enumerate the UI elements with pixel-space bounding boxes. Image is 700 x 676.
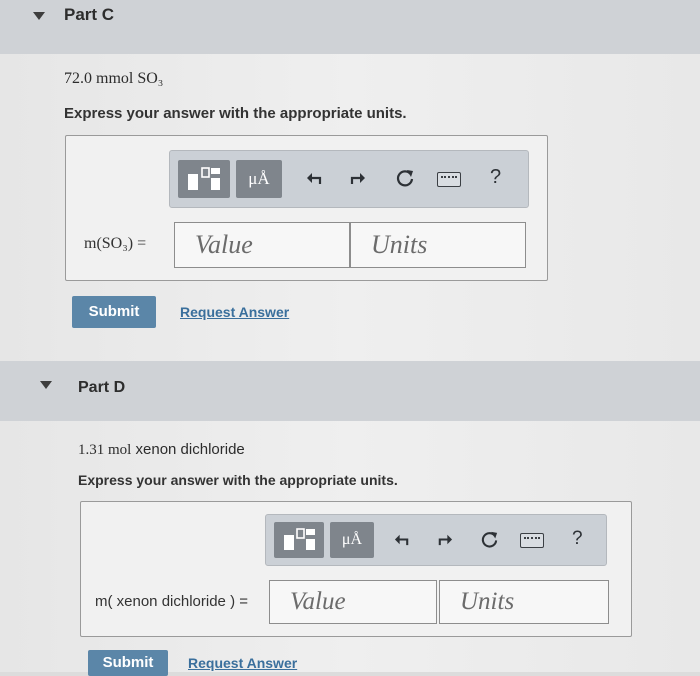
redo-icon[interactable] [348, 169, 366, 190]
part-c-units-placeholder: Units [371, 230, 428, 259]
part-c-submit-button[interactable]: Submit [72, 296, 156, 328]
part-d-submit-button[interactable]: Submit [88, 650, 168, 676]
redo-icon[interactable] [436, 531, 453, 551]
part-d-request-answer-link[interactable]: Request Answer [188, 655, 297, 671]
part-d-instruction: Express your answer with the appropriate… [78, 472, 398, 488]
part-c-value-input[interactable]: Value [174, 222, 350, 268]
part-c-title: Part C [64, 5, 115, 24]
part-c-quantity: 72.0 mmol SO₃ [64, 70, 164, 87]
undo-icon[interactable] [394, 531, 411, 551]
keyboard-icon[interactable] [437, 172, 461, 187]
part-d-value-input[interactable]: Value [269, 580, 437, 624]
part-c-toolbar: μÅ ? [169, 150, 529, 208]
units-icon[interactable]: μÅ [236, 160, 282, 198]
keyboard-icon[interactable] [520, 533, 544, 548]
templates-icon[interactable] [274, 522, 324, 558]
part-d-label: m( xenon dichloride ) = [95, 593, 248, 610]
part-d-quantity-amount: 1.31 mol [78, 442, 132, 458]
part-c-request-answer-link[interactable]: Request Answer [180, 304, 289, 320]
part-c-instruction: Express your answer with the appropriate… [64, 105, 407, 122]
part-c-header[interactable]: Part C [0, 0, 700, 54]
part-d-value-placeholder: Value [290, 588, 346, 615]
part-d-toolbar: μÅ ? [265, 514, 607, 566]
reset-icon[interactable] [395, 168, 415, 191]
part-d-quantity: 1.31 mol xenon dichloride [78, 441, 245, 459]
part-c-value-placeholder: Value [195, 230, 253, 259]
part-c-label: m(SO₃) = [84, 235, 147, 252]
reset-icon[interactable] [480, 530, 499, 552]
part-d-quantity-name: xenon dichloride [135, 441, 245, 458]
part-d-units-input[interactable]: Units [439, 580, 609, 624]
part-d-units-placeholder: Units [460, 588, 515, 615]
help-icon[interactable]: ? [572, 529, 583, 548]
undo-icon[interactable] [306, 169, 324, 190]
units-icon[interactable]: μÅ [330, 522, 374, 558]
collapse-arrow-icon[interactable] [33, 12, 45, 20]
part-d-header[interactable]: Part D [0, 361, 700, 421]
page: Part C 72.0 mmol SO₃ Express your answer… [0, 0, 700, 676]
part-c-units-input[interactable]: Units [350, 222, 526, 268]
templates-icon[interactable] [178, 160, 230, 198]
part-d-answer-box: μÅ ? m( xenon dichloride ) = Value Unit… [80, 501, 632, 637]
part-d-title: Part D [78, 379, 126, 396]
collapse-arrow-icon[interactable] [40, 381, 52, 389]
part-c-answer-box: μÅ ? m(SO₃) = Value Units [65, 135, 548, 281]
help-icon[interactable]: ? [490, 167, 501, 187]
